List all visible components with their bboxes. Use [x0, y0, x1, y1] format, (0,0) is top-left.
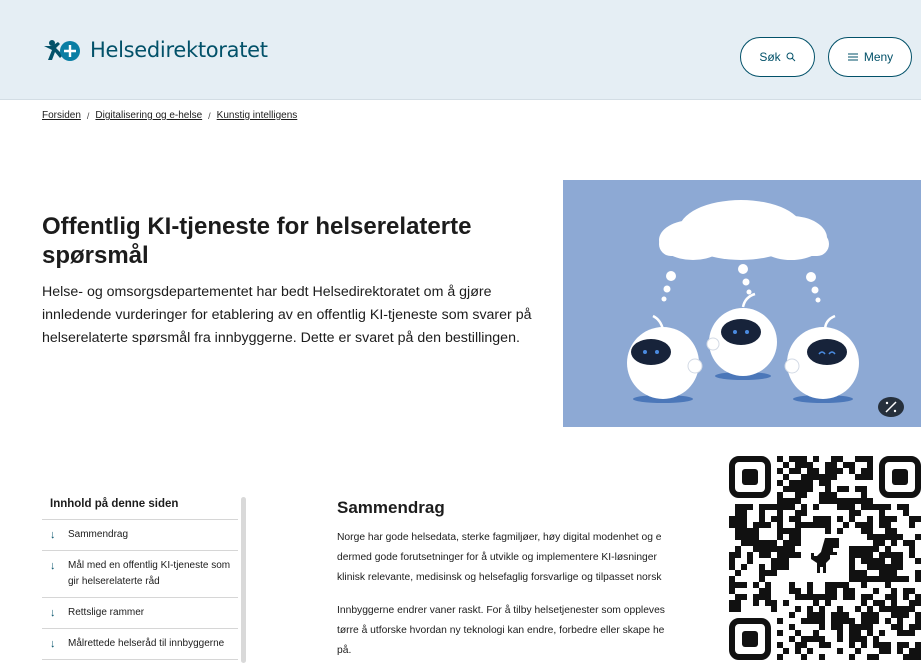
toc-item-label: Rettslige rammer [68, 607, 145, 618]
breadcrumb-link-ki[interactable]: Kunstig intelligens [217, 110, 298, 121]
toc-scrollbar[interactable] [241, 497, 246, 663]
summary-paragraph-2: Innbyggerne endrer vaner raskt. For å ti… [337, 601, 721, 661]
robots-under-cloud-illustration [627, 200, 904, 417]
summary-line: tørre å utforske hvordan ny teknologi ka… [337, 625, 665, 636]
arrow-down-icon: ↓ [50, 529, 56, 541]
hero-illustration [563, 180, 921, 427]
breadcrumb-link-home[interactable]: Forsiden [42, 110, 81, 121]
brand-name: Helsedirektoratet [90, 38, 268, 62]
menu-label: Meny [863, 50, 894, 64]
page-title: Offentlig KI-tjeneste for helserelaterte… [42, 213, 472, 269]
arrow-down-icon: ↓ [50, 638, 56, 650]
summary-line: på. [337, 645, 352, 656]
page-lead: Helse- og omsorgsdepartementet har bedt … [42, 284, 532, 346]
toc-item-mal[interactable]: ↓ Mål med en offentlig KI-tjeneste som g… [42, 551, 238, 598]
toc-item-malrettede-helserad[interactable]: ↓ Målrettede helseråd til innbyggerne [42, 629, 238, 660]
search-button[interactable]: Søk [740, 37, 815, 77]
summary-line: dermed gode forutsetninger for å utvikle… [337, 552, 657, 563]
search-icon [786, 52, 796, 62]
magic-wand-icon[interactable] [878, 397, 904, 417]
toc-item-label: Målrettede helseråd til innbyggerne [68, 638, 225, 649]
section-title-sammendrag: Sammendrag [337, 498, 445, 517]
site-header: Helsedirektoratet Søk Meny [0, 0, 921, 100]
summary-line: Norge har gode helsedata, sterke fagmilj… [337, 532, 662, 543]
breadcrumb: Forsiden / Digitalisering og e-helse / K… [42, 110, 297, 121]
summary-line: klinisk relevante, medisinsk og helsefag… [337, 572, 662, 583]
summary-line: Innbyggerne endrer vaner raskt. For å ti… [337, 605, 665, 616]
toc-item-sammendrag[interactable]: ↓ Sammendrag [42, 520, 238, 551]
helsedirektoratet-logo-icon [44, 40, 80, 61]
toc-title: Innhold på denne siden [42, 496, 238, 520]
arrow-down-icon: ↓ [50, 607, 56, 619]
brand-logo[interactable]: Helsedirektoratet [42, 38, 268, 62]
qr-code-pattern [729, 456, 921, 660]
qr-code [729, 456, 921, 663]
breadcrumb-separator: / [86, 110, 90, 121]
menu-icon [847, 53, 858, 61]
toc-item-label: Mål med en offentlig KI-tjeneste som gir… [68, 560, 231, 587]
breadcrumb-separator: / [208, 110, 211, 121]
table-of-contents: Innhold på denne siden ↓ Sammendrag ↓ Må… [42, 496, 238, 660]
summary-paragraph-1: Norge har gode helsedata, sterke fagmilj… [337, 528, 721, 588]
arrow-down-icon: ↓ [50, 560, 56, 572]
toc-item-rettslige-rammer[interactable]: ↓ Rettslige rammer [42, 598, 238, 629]
breadcrumb-link-digitalisering[interactable]: Digitalisering og e-helse [95, 110, 202, 121]
toc-item-label: Sammendrag [68, 529, 129, 540]
search-label: Søk [759, 50, 781, 64]
menu-button[interactable]: Meny [828, 37, 912, 77]
